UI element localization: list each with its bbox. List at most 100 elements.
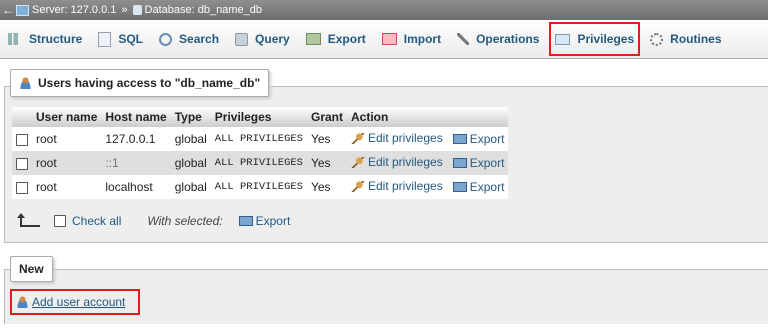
tab-privileges-label: Privileges	[577, 32, 635, 46]
check-all-label[interactable]: Check all	[72, 214, 121, 228]
routines-icon	[650, 32, 664, 46]
cell-user: root	[32, 151, 102, 175]
bulk-actions: Check all With selected: Export	[17, 213, 291, 228]
col-grant: Grant	[306, 107, 347, 127]
cell-privileges: ALL PRIVILEGES	[210, 151, 307, 175]
add-user-account-button[interactable]: Add user account	[10, 289, 140, 315]
cell-host: localhost	[101, 175, 171, 199]
edit-privileges-label: Edit privileges	[368, 131, 443, 146]
export-link[interactable]: Export	[452, 180, 504, 194]
col-host-name[interactable]: Host name	[101, 107, 171, 127]
select-arrow-icon	[17, 213, 40, 228]
tab-routines-label: Routines	[670, 32, 722, 46]
edit-privileges-link[interactable]: Edit privileges	[351, 179, 443, 193]
cell-type: global	[170, 127, 211, 151]
cell-type: global	[170, 175, 211, 199]
export-icon	[452, 133, 467, 144]
cell-action: Edit privileges Export	[347, 151, 509, 175]
with-selected-label: With selected:	[147, 214, 223, 228]
tab-search-label: Search	[179, 32, 220, 46]
users-table: User name Host name Type Privileges Gran…	[12, 107, 509, 199]
structure-icon	[8, 33, 22, 45]
cell-user: root	[32, 175, 102, 199]
edit-privileges-icon	[351, 156, 365, 168]
cell-action: Edit privileges Export	[347, 175, 509, 199]
tab-privileges[interactable]: Privileges	[547, 20, 642, 58]
export-label: Export	[469, 155, 505, 170]
tab-sql[interactable]: SQL	[90, 20, 151, 58]
col-user-name[interactable]: User name	[32, 107, 102, 127]
bulk-export-button[interactable]: Export	[238, 214, 291, 228]
row-checkbox[interactable]	[16, 157, 28, 170]
users-icon	[19, 77, 32, 89]
cell-privileges: ALL PRIVILEGES	[210, 127, 307, 151]
cell-user: root	[32, 127, 102, 151]
export-icon	[452, 181, 467, 192]
export-icon	[305, 33, 321, 45]
col-type[interactable]: Type	[170, 107, 211, 127]
row-checkbox[interactable]	[16, 181, 28, 194]
users-panel-legend: Users having access to "db_name_db"	[10, 69, 270, 97]
operations-icon	[457, 33, 470, 45]
table-row: root localhost global ALL PRIVILEGES Yes…	[12, 175, 509, 199]
check-all-checkbox[interactable]	[54, 215, 66, 227]
table-row: root 127.0.0.1 global ALL PRIVILEGES Yes…	[12, 127, 509, 151]
tab-operations-label: Operations	[476, 32, 540, 46]
export-icon	[238, 216, 253, 226]
breadcrumb: ← Server: 127.0.0.1 » Database: db_name_…	[0, 0, 768, 20]
breadcrumb-database-label[interactable]: Database: db_name_db	[145, 4, 262, 16]
breadcrumb-separator: »	[121, 4, 128, 16]
sql-icon	[98, 31, 112, 47]
bulk-export-label: Export	[255, 214, 291, 228]
col-action: Action	[347, 107, 509, 127]
tab-query[interactable]: Query	[227, 20, 298, 58]
tab-query-label: Query	[255, 32, 290, 46]
export-icon	[452, 157, 467, 168]
tab-search[interactable]: Search	[151, 20, 227, 58]
add-user-icon	[16, 296, 29, 308]
cell-host: ::1	[101, 151, 171, 175]
cell-privileges: ALL PRIVILEGES	[210, 175, 307, 199]
tab-bar: Structure SQL Search Query Export Import…	[0, 20, 768, 59]
search-icon	[159, 32, 173, 46]
col-select	[12, 107, 32, 127]
tab-structure[interactable]: Structure	[0, 20, 90, 58]
breadcrumb-server[interactable]: Server: 127.0.0.1	[16, 4, 116, 16]
import-icon	[381, 33, 397, 45]
export-link[interactable]: Export	[452, 155, 505, 170]
cell-type: global	[170, 151, 211, 175]
tab-operations[interactable]: Operations	[449, 20, 547, 58]
tab-export[interactable]: Export	[298, 20, 374, 58]
users-panel-title: Users having access to "db_name_db"	[38, 76, 261, 90]
export-label: Export	[469, 131, 505, 146]
users-table-header: User name Host name Type Privileges Gran…	[12, 107, 509, 127]
tab-export-label: Export	[327, 32, 366, 46]
cell-host: 127.0.0.1	[101, 127, 171, 151]
edit-privileges-link[interactable]: Edit privileges	[351, 155, 443, 169]
edit-privileges-label: Edit privileges	[368, 179, 443, 194]
cell-grant: Yes	[306, 151, 347, 175]
tab-routines[interactable]: Routines	[642, 20, 729, 58]
tab-import[interactable]: Import	[374, 20, 449, 58]
export-link[interactable]: Export	[452, 131, 505, 146]
edit-privileges-icon	[351, 132, 365, 144]
row-checkbox[interactable]	[16, 133, 28, 146]
tab-structure-label: Structure	[29, 32, 83, 46]
tab-import-label: Import	[403, 32, 442, 46]
add-user-account-link[interactable]: Add user account	[32, 295, 125, 309]
database-icon	[132, 5, 142, 15]
cell-grant: Yes	[306, 127, 347, 151]
edit-privileges-link[interactable]: Edit privileges	[351, 131, 443, 145]
table-row: root ::1 global ALL PRIVILEGES Yes Edit …	[12, 151, 509, 175]
back-arrow-icon[interactable]: ←	[0, 3, 16, 17]
breadcrumb-database[interactable]: Database: db_name_db	[132, 4, 262, 16]
col-privileges: Privileges	[210, 107, 307, 127]
edit-privileges-label: Edit privileges	[368, 155, 443, 170]
breadcrumb-server-label[interactable]: Server: 127.0.0.1	[32, 4, 116, 16]
privileges-icon	[555, 33, 571, 45]
server-icon	[16, 4, 29, 16]
tab-sql-label: SQL	[118, 32, 144, 46]
query-icon	[235, 32, 249, 46]
cell-grant: Yes	[306, 175, 347, 199]
edit-privileges-icon	[351, 180, 365, 192]
